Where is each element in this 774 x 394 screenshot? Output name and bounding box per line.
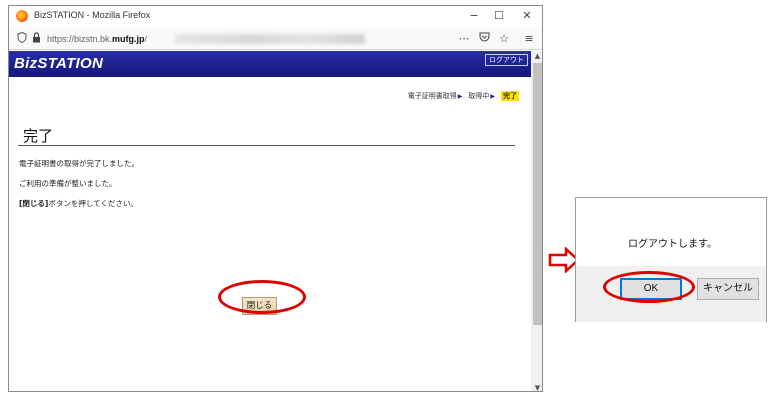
scroll-thumb[interactable] <box>533 63 542 325</box>
step-in-progress: 取得中 <box>468 92 490 100</box>
firefox-icon <box>16 10 28 22</box>
site-header: BizSTATION ログアウト <box>9 51 531 77</box>
star-icon[interactable]: ☆ <box>496 31 512 47</box>
scroll-down-icon[interactable]: ▼ <box>531 383 542 391</box>
message-line-2: ご利用の準備が整いました。 <box>19 179 117 188</box>
cancel-button[interactable]: キャンセル <box>697 278 759 300</box>
message-line-3-text: ボタンを押してください。 <box>48 199 138 208</box>
url-redaction <box>175 34 365 44</box>
window-title: BizSTATION - Mozilla Firefox <box>34 10 151 20</box>
step-complete: 完了 <box>501 91 519 101</box>
vertical-scrollbar[interactable]: ▲ ▼ <box>531 51 542 391</box>
lock-icon[interactable] <box>29 31 43 46</box>
step-get-certificate: 電子証明書取得 <box>407 92 457 100</box>
menu-icon[interactable]: ≡ <box>521 31 537 47</box>
progress-steps: 電子証明書取得 ▶ 取得中 ▶ 完了 <box>402 91 519 101</box>
highlight-oval-close <box>218 280 306 314</box>
message-close-ref: [閉じる] <box>19 199 49 208</box>
heading-divider <box>18 145 515 146</box>
message-line-1: 電子証明書の取得が完了しました。 <box>19 159 139 168</box>
close-window-button[interactable]: ✕ <box>517 8 537 24</box>
dialog-message: ログアウトします。 <box>628 239 717 250</box>
pocket-icon[interactable] <box>476 31 492 47</box>
logout-dialog: ログアウトします。 OK キャンセル <box>575 197 767 322</box>
logout-button[interactable]: ログアウト <box>485 54 528 66</box>
page-title: 完了 <box>23 127 54 145</box>
scroll-up-icon[interactable]: ▲ <box>531 51 542 61</box>
bizstation-logo: BizSTATION <box>14 55 104 72</box>
step-arrow-icon: ▶ <box>490 92 495 100</box>
url-bar[interactable]: https://bizstn.bk.mufg.jp/ <box>15 30 488 47</box>
title-bar: BizSTATION - Mozilla Firefox − ☐ ✕ <box>9 6 542 27</box>
step-arrow-icon: ▶ <box>457 92 463 100</box>
navigation-toolbar: https://bizstn.bk.mufg.jp/ ⋯ ☆ ≡ <box>9 27 542 50</box>
shield-icon[interactable] <box>15 31 29 46</box>
page-viewport: BizSTATION ログアウト 電子証明書取得 ▶ 取得中 ▶ 完了 完了 電… <box>9 51 531 391</box>
browser-window: BizSTATION - Mozilla Firefox − ☐ ✕ https… <box>8 5 543 392</box>
highlight-oval-ok <box>603 271 695 303</box>
minimize-button[interactable]: − <box>464 8 484 24</box>
url-text[interactable]: https://bizstn.bk.mufg.jp/ <box>47 34 147 44</box>
message-line-3: [閉じる]ボタンを押してください。 <box>19 198 138 209</box>
maximize-button[interactable]: ☐ <box>489 8 509 24</box>
more-icon[interactable]: ⋯ <box>456 31 472 47</box>
